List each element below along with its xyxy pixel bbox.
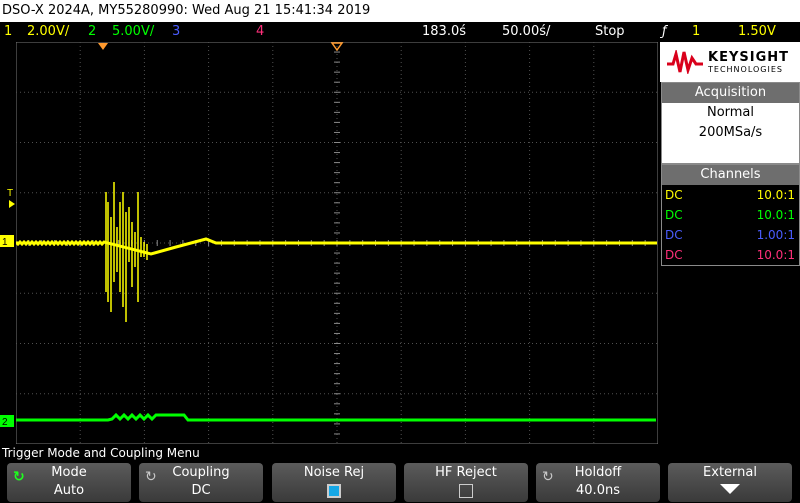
channel-coupling: DC [665,228,683,242]
top-markers [98,42,344,52]
channel-probe: 1.00:1 [756,228,795,242]
channels-header: Channels [662,165,799,185]
trigger-level-marker[interactable] [9,200,15,208]
menu-title: Trigger Mode and Coupling Menu [0,444,800,462]
softkey-value: 40.0ns [576,483,620,498]
logo-line1: KEYSIGHT [708,50,789,65]
softkey-bar: ↻ Mode Auto ↻ Coupling DC Noise Rej HF R… [0,462,800,503]
channels-panel[interactable]: Channels DC 10.0:1 DC 10.0:1 DC 1.00:1 D… [661,164,800,266]
status-bar: 1 2.00V/ 2 5.00V/ 3 4 183.0ś 50.00ś/ Sto… [0,22,800,42]
trigger-position-marker[interactable] [98,43,108,50]
channel-probe: 10.0:1 [756,248,795,262]
external-softkey[interactable]: External [668,463,792,502]
window-title: DSO-X 2024A, MY55280990: Wed Aug 21 15:4… [0,0,800,22]
time-reference-marker [330,42,344,52]
ch2-scale[interactable]: 5.00V/ [112,22,154,42]
softkey-title: Holdoff [574,465,622,480]
softkey-value-box [668,482,792,502]
graticule-grid [14,41,659,445]
mode-softkey[interactable]: ↻ Mode Auto [7,463,131,502]
channel-row[interactable]: DC 10.0:1 [662,205,799,225]
softkey-title: External [703,465,757,480]
softkey-value-box [272,482,396,500]
waveform-display[interactable] [14,41,659,445]
side-panel: KEYSIGHT TECHNOLOGIES Acquisition Normal… [660,42,800,444]
checkbox-checked-icon[interactable] [327,483,341,498]
softkey-value: Auto [53,483,85,498]
softkey-value-box [404,482,528,500]
acquisition-panel[interactable]: Acquisition Normal 200MSa/s [661,82,800,164]
ch1-scale[interactable]: 2.00V/ [27,22,69,42]
trigger-level-label: T [7,188,13,199]
ch4-number[interactable]: 4 [256,22,264,42]
ch1-number[interactable]: 1 [4,22,12,42]
run-state[interactable]: Stop [595,22,625,42]
ch1-ground-label: 1 [2,237,8,248]
hf-reject-softkey[interactable]: HF Reject [404,463,528,502]
ch3-number[interactable]: 3 [172,22,180,42]
horizontal-delay[interactable]: 183.0ś [422,22,466,42]
acquisition-header: Acquisition [662,83,799,103]
trigger-source[interactable]: 1 [692,22,700,42]
logo-line2: TECHNOLOGIES [708,65,783,74]
left-markers: T 1 2 [0,188,15,428]
coupling-softkey[interactable]: ↻ Coupling DC [139,463,263,502]
channel-row[interactable]: DC 10.0:1 [662,245,799,265]
timebase-scale[interactable]: 50.00ś/ [502,22,550,42]
channel-probe: 10.0:1 [756,208,795,222]
holdoff-softkey[interactable]: ↻ Holdoff 40.0ns [536,463,660,502]
keysight-wave-icon [667,50,703,74]
noise-reject-softkey[interactable]: Noise Rej [272,463,396,502]
sample-rate: 200MSa/s [698,125,763,140]
channel-probe: 10.0:1 [756,188,795,202]
softkey-title: Coupling [172,465,230,480]
trigger-level[interactable]: 1.50V [738,22,776,42]
keysight-logo: KEYSIGHT TECHNOLOGIES [660,42,800,82]
ch2-number[interactable]: 2 [88,22,96,42]
arrow-down-icon [720,484,740,494]
channel-coupling: DC [665,248,683,262]
ch2-ground-label: 2 [2,417,8,428]
softkey-value: DC [191,483,211,498]
softkey-title: HF Reject [435,465,497,480]
channel-coupling: DC [665,188,683,202]
softkey-title: Mode [51,465,87,480]
checkbox-empty-icon[interactable] [459,483,473,498]
trigger-edge-icon: ƒ [662,24,667,39]
channel-row[interactable]: DC 10.0:1 [662,185,799,205]
channel-row[interactable]: DC 1.00:1 [662,225,799,245]
softkey-title: Noise Rej [303,465,365,480]
channel-coupling: DC [665,208,683,222]
acquisition-mode: Normal [706,105,755,120]
